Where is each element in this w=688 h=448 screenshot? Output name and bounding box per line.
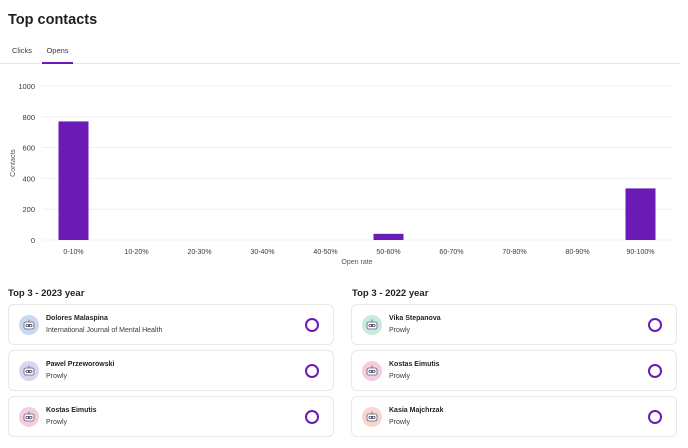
- robot-avatar-icon: [19, 407, 39, 427]
- bar: [625, 188, 656, 240]
- section-title-2023: Top 3 - 2023 year: [8, 288, 85, 299]
- progress-ring-icon: [648, 364, 662, 378]
- opens-bar-chart: 0 200 400 600 800 1000 0-10% 10-20% 20-30% 30-40%…: [10, 82, 672, 266]
- page-title: Top contacts: [8, 12, 98, 28]
- tab-clicks[interactable]: Clicks: [12, 46, 32, 55]
- x-tick-label: 30-40%: [250, 249, 274, 256]
- y-axis-label: Contacts: [10, 149, 17, 177]
- y-tick-label: 400: [22, 174, 35, 183]
- tab-opens[interactable]: Opens: [42, 46, 73, 64]
- y-tick-label: 1000: [18, 82, 35, 91]
- contact-card[interactable]: Kostas Eimutis Prowly: [351, 350, 677, 391]
- contact-card[interactable]: Dolores Malaspina International Journal …: [8, 304, 334, 345]
- progress-ring-icon: [648, 318, 662, 332]
- contact-name: Kostas Eimutis: [46, 407, 97, 414]
- robot-avatar-icon: [19, 315, 39, 335]
- contact-name: Dolores Malaspina: [46, 315, 108, 322]
- contact-name: Pawel Przeworowski: [46, 361, 115, 368]
- contact-name: Kostas Eimutis: [389, 361, 440, 368]
- contact-card[interactable]: Kasia Majchrzak Prowly: [351, 396, 677, 437]
- x-tick-label: 40-50%: [313, 249, 337, 256]
- section-title-2022: Top 3 - 2022 year: [352, 288, 429, 299]
- bar: [58, 121, 89, 240]
- contact-outlet: Prowly: [389, 373, 411, 380]
- contact-outlet: International Journal of Mental Health: [46, 327, 163, 334]
- tab-bar: Clicks Opens: [0, 42, 680, 64]
- y-tick-label: 0: [31, 236, 35, 245]
- robot-avatar-icon: [362, 361, 382, 381]
- bar: [373, 233, 404, 240]
- x-tick-label: 50-60%: [376, 249, 400, 256]
- contact-outlet: Prowly: [46, 373, 68, 380]
- progress-ring-icon: [305, 410, 319, 424]
- y-tick-label: 200: [22, 205, 35, 214]
- x-tick-label: 10-20%: [124, 249, 148, 256]
- contact-card[interactable]: Pawel Przeworowski Prowly: [8, 350, 334, 391]
- contact-name: Vika Stepanova: [389, 315, 441, 322]
- x-tick-label: 80-90%: [565, 249, 589, 256]
- robot-avatar-icon: [362, 407, 382, 427]
- progress-ring-icon: [305, 364, 319, 378]
- y-tick-label: 600: [22, 144, 35, 153]
- x-tick-label: 20-30%: [187, 249, 211, 256]
- robot-avatar-icon: [362, 315, 382, 335]
- progress-ring-icon: [648, 410, 662, 424]
- contact-card[interactable]: Kostas Eimutis Prowly: [8, 396, 334, 437]
- x-axis-label: Open rate: [341, 259, 372, 266]
- progress-ring-icon: [305, 318, 319, 332]
- contact-card[interactable]: Vika Stepanova Prowly: [351, 304, 677, 345]
- contact-name: Kasia Majchrzak: [389, 407, 444, 414]
- robot-avatar-icon: [19, 361, 39, 381]
- x-tick-label: 0-10%: [63, 249, 83, 256]
- x-tick-label: 90-100%: [626, 249, 654, 256]
- contact-outlet: Prowly: [389, 419, 411, 426]
- x-tick-label: 60-70%: [439, 249, 463, 256]
- x-tick-label: 70-80%: [502, 249, 526, 256]
- contact-outlet: Prowly: [46, 419, 68, 426]
- contact-outlet: Prowly: [389, 327, 411, 334]
- y-tick-label: 800: [22, 113, 35, 122]
